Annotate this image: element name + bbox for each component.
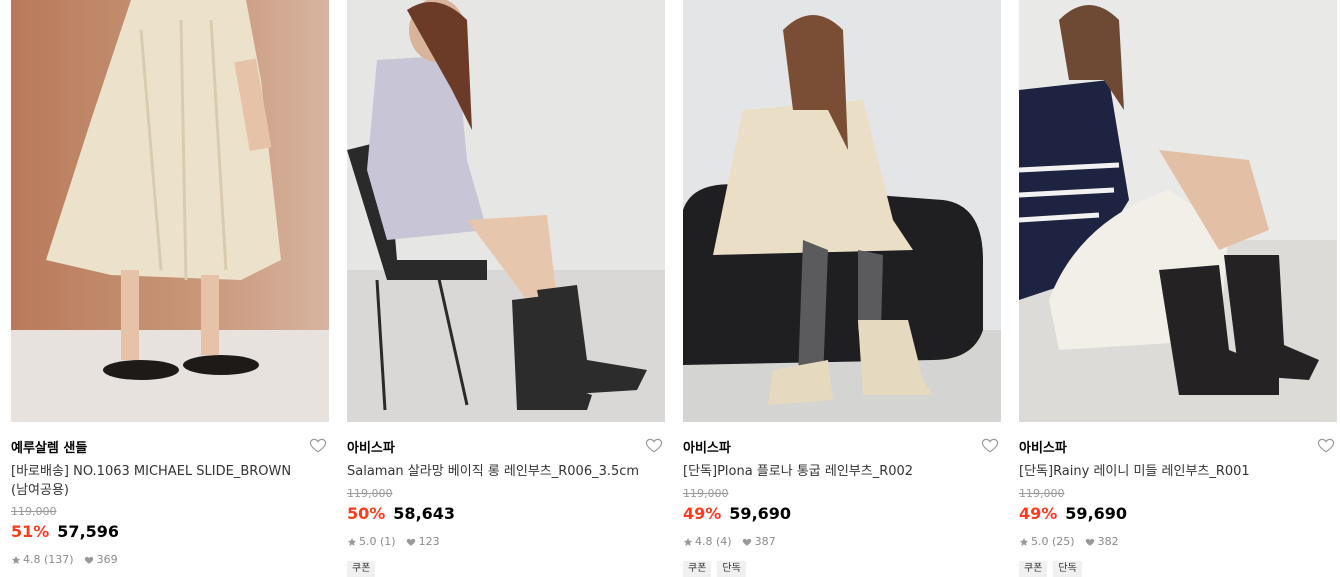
like-count: 387 [754,535,776,548]
badge-list: 쿠폰 단독 [683,561,746,577]
brand-name[interactable]: 아비스파 [683,437,731,456]
heart-outline-icon[interactable] [309,436,327,454]
like-count: 123 [418,535,440,548]
price-row: 49% 59,690 [683,504,791,523]
brand-name[interactable]: 아비스파 [347,437,395,456]
review-count: (4) [716,535,732,548]
rating-value: 5.0 [1031,535,1049,548]
product-title[interactable]: Salaman 살라망 베이직 롱 레인부츠_R006_3.5cm [347,462,647,481]
heart-outline-icon[interactable] [645,436,663,454]
star-icon [683,537,693,546]
heart-outline-icon[interactable] [981,436,999,454]
product-card[interactable]: 아비스파 [단독]Rainy 레이니 미들 레인부츠_R001 119,000 … [1019,0,1337,577]
sale-price: 57,596 [57,522,120,541]
discount-rate: 51% [11,522,50,541]
product-card[interactable]: 아비스파 Salaman 살라망 베이직 롱 레인부츠_R006_3.5cm 1… [347,0,665,577]
product-title[interactable]: [단독]Rainy 레이니 미들 레인부츠_R001 [1019,462,1319,481]
heart-filled-icon [1085,538,1094,546]
brand-name[interactable]: 예루살렘 샌들 [11,437,87,456]
product-meta: 4.8 (137) 369 [11,553,118,566]
heart-filled-icon [406,538,415,546]
star-icon [347,537,357,546]
exclusive-badge: 단독 [1053,561,1082,577]
star-icon [11,555,21,564]
heart-filled-icon [84,556,93,564]
product-image[interactable] [1019,0,1337,422]
original-price: 119,000 [347,487,393,500]
discount-rate: 50% [347,504,386,523]
product-image[interactable] [683,0,1001,422]
badge-list: 쿠폰 [347,561,376,577]
product-meta: 5.0 (25) 382 [1019,535,1119,548]
original-price: 119,000 [683,487,729,500]
product-title[interactable]: [단독]Plona 플로나 통굽 레인부츠_R002 [683,462,983,481]
product-meta: 4.8 (4) 387 [683,535,776,548]
like-count: 369 [96,553,118,566]
badge-list: 쿠폰 단독 [1019,561,1082,577]
product-card[interactable]: 예루살렘 샌들 [바로배송] NO.1063 MICHAEL SLIDE_BRO… [11,0,329,571]
coupon-badge: 쿠폰 [683,561,712,577]
sale-price: 59,690 [729,504,792,523]
like-count: 382 [1097,535,1119,548]
price-row: 49% 59,690 [1019,504,1127,523]
heart-outline-icon[interactable] [1317,436,1335,454]
coupon-badge: 쿠폰 [1019,561,1048,577]
sale-price: 58,643 [393,504,456,523]
review-count: (137) [44,553,74,566]
discount-rate: 49% [1019,504,1058,523]
price-row: 50% 58,643 [347,504,455,523]
brand-name[interactable]: 아비스파 [1019,437,1067,456]
rating-value: 5.0 [359,535,377,548]
product-card[interactable]: 아비스파 [단독]Plona 플로나 통굽 레인부츠_R002 119,000 … [683,0,1001,577]
product-grid: 예루살렘 샌들 [바로배송] NO.1063 MICHAEL SLIDE_BRO… [0,0,1340,577]
rating-value: 4.8 [23,553,41,566]
original-price: 119,000 [11,505,57,518]
sale-price: 59,690 [1065,504,1128,523]
original-price: 119,000 [1019,487,1065,500]
product-meta: 5.0 (1) 123 [347,535,440,548]
coupon-badge: 쿠폰 [347,561,376,577]
product-title[interactable]: [바로배송] NO.1063 MICHAEL SLIDE_BROWN (남여공용… [11,462,311,500]
exclusive-badge: 단독 [717,561,746,577]
review-count: (1) [380,535,396,548]
heart-filled-icon [742,538,751,546]
product-image[interactable] [347,0,665,422]
rating-value: 4.8 [695,535,713,548]
price-row: 51% 57,596 [11,522,119,541]
product-image[interactable] [11,0,329,422]
review-count: (25) [1052,535,1075,548]
discount-rate: 49% [683,504,722,523]
star-icon [1019,537,1029,546]
